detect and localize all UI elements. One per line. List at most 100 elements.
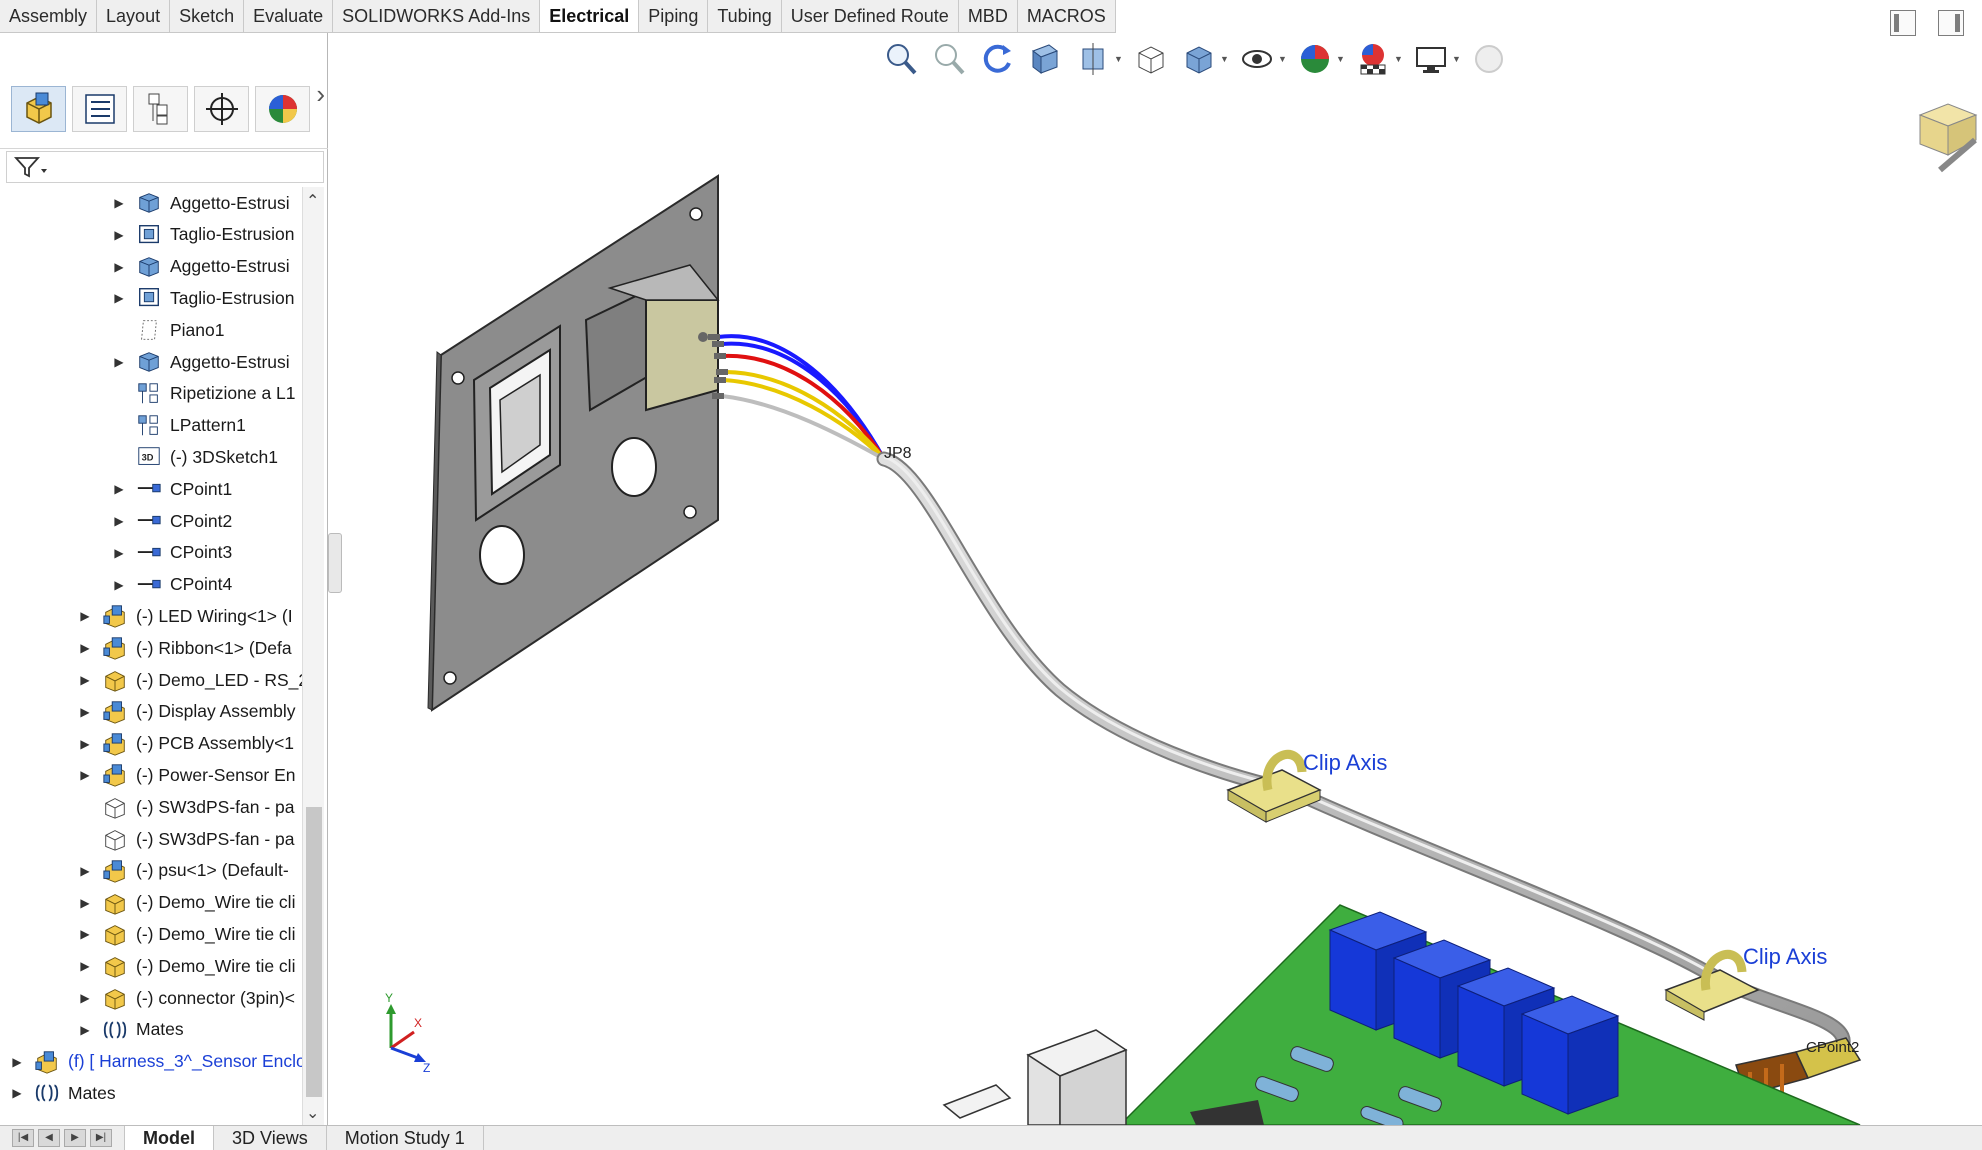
tree-item[interactable]: ▶ CPoint4 xyxy=(112,569,232,601)
tree-item[interactable]: ▶ Mates xyxy=(10,1077,115,1109)
expand-arrow-icon[interactable]: ▶ xyxy=(112,228,126,242)
graphics-area[interactable]: JP8 Clip Axis Clip Axis CPoint2 Y X Z xyxy=(329,33,1982,1125)
edit-appearance-icon[interactable] xyxy=(1294,38,1336,80)
apply-scene-icon[interactable] xyxy=(1352,38,1394,80)
connector-wires[interactable] xyxy=(708,334,886,461)
configuration-tab[interactable] xyxy=(133,85,188,132)
tree-item[interactable]: ▶ (-) Power-Sensor En xyxy=(78,759,296,791)
tree-item[interactable]: ▶ (-) Ribbon<1> (Defa xyxy=(78,632,292,664)
last-tab-icon[interactable]: ▶| xyxy=(90,1129,112,1147)
tree-vertical-scrollbar[interactable]: ⌃ ⌄ xyxy=(302,187,324,1127)
tab-sketch[interactable]: Sketch xyxy=(170,0,245,32)
view-orientation-icon[interactable] xyxy=(1072,38,1114,80)
next-tab-icon[interactable]: ▶ xyxy=(64,1129,86,1147)
display-tab[interactable] xyxy=(255,85,310,132)
tree-item[interactable]: 3D (-) 3DSketch1 xyxy=(112,441,278,473)
scroll-down-icon[interactable]: ⌄ xyxy=(306,1103,319,1123)
expand-arrow-icon[interactable]: ▶ xyxy=(78,705,92,719)
bottom-tab-motion-study-1[interactable]: Motion Study 1 xyxy=(327,1126,484,1150)
view-settings-icon[interactable] xyxy=(1410,38,1452,80)
tree-item[interactable]: ▶ (-) Display Assembly xyxy=(78,696,295,728)
tab-user-defined-route[interactable]: User Defined Route xyxy=(781,0,959,32)
expand-arrow-icon[interactable]: ▶ xyxy=(112,578,126,592)
expand-arrow-icon[interactable]: ▶ xyxy=(10,1086,24,1100)
tab-layout[interactable]: Layout xyxy=(97,0,171,32)
expand-arrow-icon[interactable]: ▶ xyxy=(112,355,126,369)
expand-arrow-icon[interactable]: ▶ xyxy=(78,737,92,751)
expand-arrow-icon[interactable]: ▶ xyxy=(78,959,92,973)
tree-item[interactable]: LPattern1 xyxy=(112,410,246,442)
display-style-icon[interactable] xyxy=(1178,38,1220,80)
tree-item[interactable]: ▶ (-) LED Wiring<1> (I xyxy=(78,600,293,632)
dropdown-arrow-icon[interactable]: ▼ xyxy=(1278,54,1288,64)
tree-item[interactable]: ▶ CPoint1 xyxy=(112,473,232,505)
tab-tubing[interactable]: Tubing xyxy=(708,0,782,32)
tab-evaluate[interactable]: Evaluate xyxy=(244,0,334,32)
chevron-right-icon[interactable]: › xyxy=(316,79,325,110)
tree-item[interactable]: ▶ CPoint3 xyxy=(112,537,232,569)
tree-item[interactable]: ▶ Aggetto-Estrusi xyxy=(112,251,290,283)
zoom-to-area-icon[interactable] xyxy=(928,38,970,80)
featuremanager-tab[interactable] xyxy=(11,85,66,132)
tree-item[interactable]: ▶ (-) connector (3pin)< xyxy=(78,982,295,1014)
tree-item[interactable]: ▶ (-) Demo_Wire tie cli xyxy=(78,950,295,982)
dropdown-arrow-icon[interactable]: ▼ xyxy=(1452,54,1462,64)
clip-axis-label-2[interactable]: Clip Axis xyxy=(1743,944,1827,969)
prev-tab-icon[interactable]: ◀ xyxy=(38,1129,60,1147)
tree-item[interactable]: ▶ Mates xyxy=(78,1014,183,1046)
dropdown-arrow-icon[interactable]: ▼ xyxy=(1114,54,1124,64)
enclosure-panel-plate[interactable] xyxy=(427,174,720,712)
tree-item[interactable]: ▶ Taglio-Estrusion xyxy=(112,219,294,251)
tree-filter[interactable] xyxy=(6,151,324,183)
tree-item[interactable]: ▶ (-) psu<1> (Default- xyxy=(78,855,289,887)
first-tab-icon[interactable]: |◀ xyxy=(12,1129,34,1147)
expand-arrow-icon[interactable]: ▶ xyxy=(112,260,126,274)
propertymanager-tab[interactable] xyxy=(72,85,127,132)
expand-arrow-icon[interactable]: ▶ xyxy=(112,514,126,528)
expand-arrow-icon[interactable]: ▶ xyxy=(112,196,126,210)
realview-icon[interactable] xyxy=(1468,38,1510,80)
tab-mbd[interactable]: MBD xyxy=(958,0,1018,32)
dropdown-arrow-icon[interactable]: ▼ xyxy=(1220,54,1230,64)
tree-item[interactable]: ▶ Aggetto-Estrusi xyxy=(112,187,290,219)
expand-arrow-icon[interactable]: ▶ xyxy=(78,673,92,687)
tree-item[interactable]: ▶ (-) Demo_Wire tie cli xyxy=(78,887,295,919)
dropdown-arrow-icon[interactable]: ▼ xyxy=(1336,54,1346,64)
tree-item[interactable]: ▶ Aggetto-Estrusi xyxy=(112,346,290,378)
bottom-tab-model[interactable]: Model xyxy=(125,1126,214,1150)
tab-assembly[interactable]: Assembly xyxy=(0,0,98,32)
tree-item[interactable]: (-) SW3dPS-fan - pa xyxy=(78,823,295,855)
tree-item[interactable]: Piano1 xyxy=(112,314,225,346)
tree-item[interactable]: ▶ (-) PCB Assembly<1 xyxy=(78,728,294,760)
expand-arrow-icon[interactable]: ▶ xyxy=(10,1055,24,1069)
expand-arrow-icon[interactable]: ▶ xyxy=(78,864,92,878)
scroll-up-icon[interactable]: ⌃ xyxy=(306,191,319,211)
tab-macros[interactable]: MACROS xyxy=(1017,0,1116,32)
expand-arrow-icon[interactable]: ▶ xyxy=(112,291,126,305)
dropdown-arrow-icon[interactable]: ▼ xyxy=(1394,54,1404,64)
expand-arrow-icon[interactable]: ▶ xyxy=(112,482,126,496)
tab-solidworks-add-ins[interactable]: SOLIDWORKS Add-Ins xyxy=(333,0,541,32)
section-view-icon[interactable] xyxy=(1024,38,1066,80)
expand-arrow-icon[interactable]: ▶ xyxy=(78,991,92,1005)
display-style-wire-icon[interactable] xyxy=(1130,38,1172,80)
tree-item[interactable]: Ripetizione a L1 xyxy=(112,378,296,410)
tree-item[interactable]: ▶ (-) Demo_Wire tie cli xyxy=(78,918,295,950)
bottom-tab-3d-views[interactable]: 3D Views xyxy=(214,1126,327,1150)
expand-arrow-icon[interactable]: ▶ xyxy=(78,927,92,941)
tree-item[interactable]: ▶ (f) [ Harness_3^_Sensor Enclo xyxy=(10,1046,302,1078)
previous-view-icon[interactable] xyxy=(976,38,1018,80)
tree-item[interactable]: (-) SW3dPS-fan - pa xyxy=(78,791,295,823)
tab-electrical[interactable]: Electrical xyxy=(540,0,640,32)
scroll-thumb[interactable] xyxy=(306,807,322,1097)
wire[interactable] xyxy=(723,353,886,461)
clip-axis-label-1[interactable]: Clip Axis xyxy=(1303,750,1387,775)
tree-item[interactable]: ▶ (-) Demo_LED - RS_2 xyxy=(78,664,302,696)
expand-arrow-icon[interactable]: ▶ xyxy=(112,546,126,560)
hide-show-items-icon[interactable] xyxy=(1236,38,1278,80)
expand-arrow-icon[interactable]: ▶ xyxy=(78,609,92,623)
tab-piping[interactable]: Piping xyxy=(639,0,709,32)
expand-arrow-icon[interactable]: ▶ xyxy=(78,641,92,655)
expand-arrow-icon[interactable]: ▶ xyxy=(78,768,92,782)
expand-arrow-icon[interactable]: ▶ xyxy=(78,1023,92,1037)
